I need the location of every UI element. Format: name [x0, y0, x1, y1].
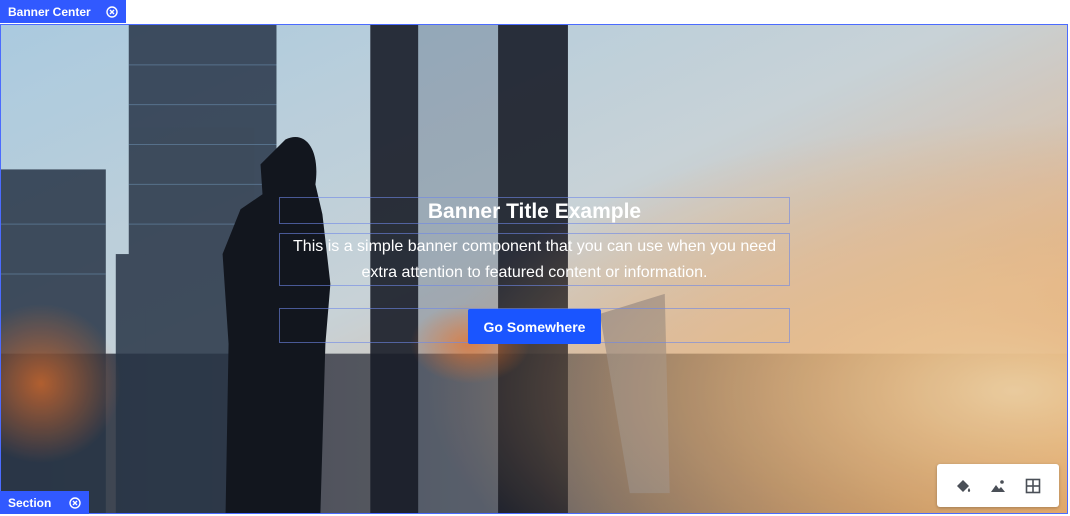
image-icon[interactable]: [986, 474, 1010, 498]
paint-bucket-icon[interactable]: [951, 474, 975, 498]
description-container: This is a simple banner component that y…: [279, 233, 790, 286]
banner-center-label: Banner Center: [8, 4, 91, 19]
banner-title: Banner Title Example: [427, 200, 642, 223]
section-tab[interactable]: Section: [0, 491, 89, 514]
banner-center-tab[interactable]: Banner Center: [0, 0, 126, 23]
button-container: Go Somewhere: [279, 308, 790, 344]
banner-description: This is a simple banner component that y…: [293, 238, 776, 281]
go-somewhere-button[interactable]: Go Somewhere: [468, 309, 601, 344]
close-circle-icon[interactable]: [69, 496, 81, 509]
grid-icon[interactable]: [1021, 474, 1045, 498]
banner-section[interactable]: Banner Title Example This is a simple ba…: [0, 24, 1068, 514]
section-toolbar: [937, 464, 1059, 507]
section-label: Section: [8, 495, 52, 510]
close-circle-icon[interactable]: [106, 5, 118, 18]
title-container: Banner Title Example: [279, 197, 790, 224]
